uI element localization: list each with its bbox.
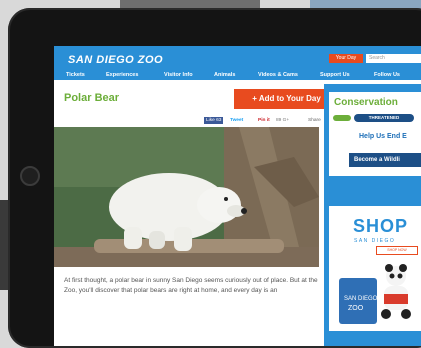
tweet-button[interactable]: Tweet	[228, 117, 245, 124]
become-wildlife-hero-button[interactable]: Become a Wildli	[349, 153, 421, 167]
shop-now-button[interactable]: SHOP NOW	[376, 246, 418, 255]
conservation-panel: Conservation THREATENED Help Us End E Be…	[329, 92, 421, 176]
svg-text:ZOO: ZOO	[348, 305, 364, 312]
shop-subtitle: SAN DIEGO	[354, 238, 396, 244]
polar-bear-photo	[54, 127, 319, 267]
home-button[interactable]	[20, 166, 40, 186]
tablet-frame: SAN DIEGO ZOO Your Day Search Tickets Ex…	[8, 8, 421, 348]
shop-ad[interactable]: SHOP SAN DIEGO SHOP NOW SAN DIEGO ZOO	[329, 206, 421, 331]
main-nav: Tickets Experiences Visitor Info Animals…	[54, 70, 421, 80]
nav-item-experiences[interactable]: Experiences	[106, 72, 138, 78]
tablet-screen: SAN DIEGO ZOO Your Day Search Tickets Ex…	[54, 46, 421, 346]
body-text: At first thought, a polar bear in sunny …	[64, 277, 318, 294]
conservation-title: Conservation	[334, 97, 398, 108]
sidebar: Conservation THREATENED Help Us End E Be…	[324, 84, 421, 346]
site-logo[interactable]: SAN DIEGO ZOO	[68, 54, 163, 66]
nav-item-visitor-info[interactable]: Visitor Info	[164, 72, 193, 78]
google-plus-button[interactable]: 89 G+	[274, 117, 291, 124]
svg-text:SAN DIEGO: SAN DIEGO	[344, 296, 378, 302]
nav-item-animals[interactable]: Animals	[214, 72, 235, 78]
page-title: Polar Bear	[64, 92, 120, 104]
search-input[interactable]: Search	[366, 54, 421, 63]
nav-item-support-us[interactable]: Support Us	[320, 72, 350, 78]
polar-bear-illustration	[54, 127, 319, 267]
status-badge	[333, 115, 351, 121]
nav-item-follow-us[interactable]: Follow Us	[374, 72, 400, 78]
threatened-badge: THREATENED	[354, 114, 414, 122]
nav-item-videos-cams[interactable]: Videos & Cams	[258, 72, 298, 78]
share-bar: Like 63 Tweet Pin it 89 G+ Share	[204, 117, 344, 126]
shop-title: SHOP	[353, 216, 409, 236]
pinterest-button[interactable]: Pin it	[256, 117, 272, 124]
facebook-like-button[interactable]: Like 63	[204, 117, 224, 124]
help-heading[interactable]: Help Us End E	[359, 133, 407, 140]
your-day-button[interactable]: Your Day	[329, 54, 363, 63]
share-button[interactable]: Share	[306, 117, 323, 124]
panda-plush-image: SAN DIEGO ZOO	[339, 264, 411, 324]
site-header: SAN DIEGO ZOO Your Day Search Tickets Ex…	[54, 46, 421, 80]
nav-item-tickets[interactable]: Tickets	[66, 72, 85, 78]
